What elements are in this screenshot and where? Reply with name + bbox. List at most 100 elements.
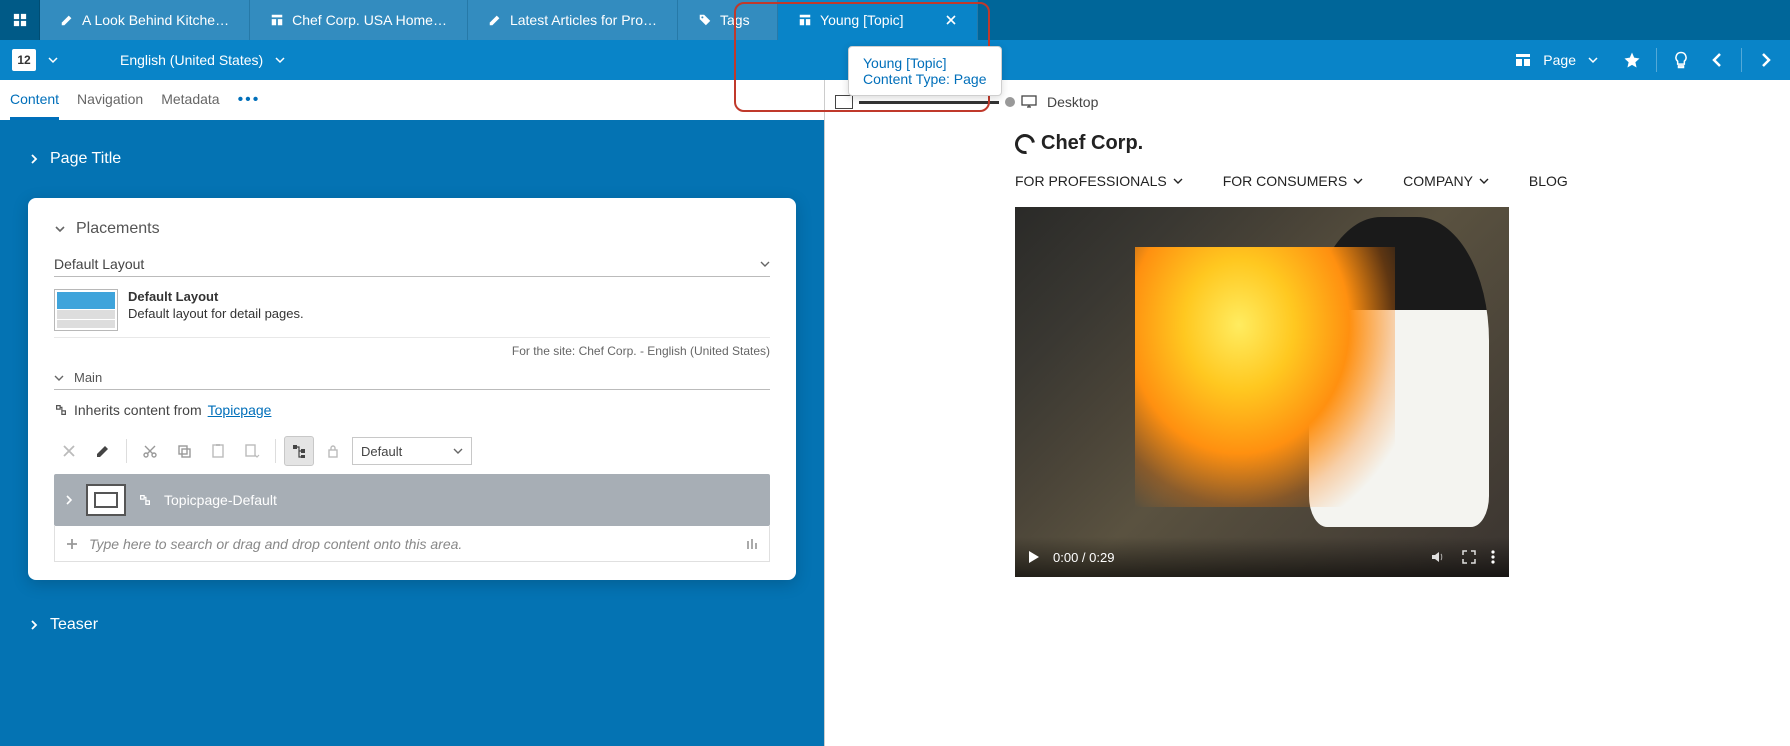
subtab-metadata[interactable]: Metadata [161, 81, 219, 120]
layout-option[interactable]: Default Layout Default layout for detail… [54, 283, 770, 338]
chevron-right-icon [64, 495, 74, 505]
x-icon [61, 443, 77, 459]
chevron-down-icon [54, 373, 64, 383]
inherits-text: Inherits content from [74, 402, 202, 418]
desktop-icon [1021, 95, 1037, 109]
brand[interactable]: Chef Corp. [1015, 132, 1790, 155]
tab-tooltip: Young [Topic] Content Type: Page [848, 46, 1002, 96]
page-icon [798, 13, 812, 27]
favorite-button[interactable] [1620, 48, 1644, 72]
video-time: 0:00 / 0:29 [1053, 550, 1114, 565]
nav-label: BLOG [1529, 173, 1568, 189]
cut-button[interactable] [135, 436, 165, 466]
tab-label: Latest Articles for Pro… [510, 12, 657, 28]
edit-toolbar: Default [54, 436, 770, 466]
paste-special-button[interactable] [237, 436, 267, 466]
site-preview: Chef Corp. FOR PROFESSIONALS FOR CONSUME… [1015, 132, 1790, 577]
paste-button[interactable] [203, 436, 233, 466]
tab-tags[interactable]: Tags [678, 0, 778, 40]
layout-icon [1515, 52, 1531, 68]
crumb-dot [1005, 97, 1015, 107]
lock-button[interactable] [318, 436, 348, 466]
tooltip-subtitle: Content Type: Page [863, 71, 987, 87]
device-label: Desktop [1047, 94, 1098, 110]
page-icon [270, 13, 284, 27]
tab-article[interactable]: A Look Behind Kitche… [40, 0, 250, 40]
nav-blog[interactable]: BLOG [1529, 173, 1568, 189]
chevron-down-icon[interactable] [1588, 55, 1598, 65]
breadcrumb[interactable]: Desktop [835, 94, 1098, 110]
hint-button[interactable] [1669, 48, 1693, 72]
main-section-header[interactable]: Main [54, 370, 770, 390]
play-button[interactable] [1029, 551, 1039, 563]
variant-selector[interactable]: Default [352, 437, 472, 465]
home-tab[interactable] [0, 0, 40, 40]
placement-item[interactable]: Topicpage-Default [54, 474, 770, 526]
nav-back[interactable] [1705, 48, 1729, 72]
main-label: Main [74, 370, 102, 385]
flame [1135, 247, 1395, 507]
chevron-left-icon [1709, 52, 1725, 68]
tab-latest[interactable]: Latest Articles for Pro… [468, 0, 678, 40]
inherits-row: Inherits content from Topicpage [54, 402, 770, 418]
chevron-down-icon[interactable] [48, 55, 58, 65]
inherit-icon [138, 493, 152, 507]
chevron-down-icon [1479, 176, 1489, 186]
tab-label: Chef Corp. USA Home… [292, 12, 447, 28]
site-note: For the site: Chef Corp. - English (Unit… [54, 338, 770, 370]
nav-company[interactable]: COMPANY [1403, 173, 1489, 189]
tab-young-topic[interactable]: Young [Topic] [778, 0, 978, 40]
tab-label: A Look Behind Kitche… [82, 12, 229, 28]
nav-professionals[interactable]: FOR PROFESSIONALS [1015, 173, 1183, 189]
tree-icon [291, 443, 307, 459]
layout-thumbnail [54, 289, 118, 331]
section-label: Teaser [50, 616, 98, 634]
section-placements[interactable]: Placements [54, 220, 770, 238]
crumb-line [859, 101, 999, 104]
tooltip-title: Young [Topic] [863, 55, 987, 71]
copy-button[interactable] [169, 436, 199, 466]
paste-dd-icon [244, 443, 260, 459]
preview-pane: Desktop Chef Corp. FOR PROFESSIONALS FOR… [824, 80, 1790, 746]
section-teaser[interactable]: Teaser [28, 616, 796, 634]
subtab-bar: Content Navigation Metadata ••• [0, 80, 824, 120]
volume-icon[interactable] [1429, 548, 1447, 566]
more-icon[interactable] [1491, 549, 1495, 565]
tab-home[interactable]: Chef Corp. USA Home… [250, 0, 468, 40]
chevron-down-icon [1353, 176, 1363, 186]
delete-button[interactable] [54, 436, 84, 466]
pencil-icon [60, 13, 74, 27]
nav-consumers[interactable]: FOR CONSUMERS [1223, 173, 1363, 189]
chevron-right-icon [28, 619, 40, 631]
main: Content Navigation Metadata ••• Page Tit… [0, 80, 1790, 746]
chevron-right-icon [28, 153, 40, 165]
drop-zone[interactable]: Type here to search or drag and drop con… [54, 526, 770, 562]
lock-icon [325, 443, 341, 459]
tag-icon [698, 13, 712, 27]
subtab-content[interactable]: Content [10, 81, 59, 120]
inherits-link[interactable]: Topicpage [208, 402, 272, 418]
view-selector[interactable]: Page [1543, 52, 1576, 68]
layout-selector[interactable]: Default Layout [54, 256, 770, 277]
version-badge[interactable]: 12 [12, 49, 36, 71]
nav-label: COMPANY [1403, 173, 1473, 189]
copy-icon [176, 443, 192, 459]
video-player[interactable]: 0:00 / 0:29 [1015, 207, 1509, 577]
star-icon [1623, 51, 1641, 69]
fullscreen-icon[interactable] [1461, 549, 1477, 565]
nav-forward[interactable] [1754, 48, 1778, 72]
close-icon[interactable] [945, 14, 957, 26]
more-button[interactable]: ••• [238, 91, 261, 109]
subtab-navigation[interactable]: Navigation [77, 81, 143, 120]
layout-selector-value: Default Layout [54, 256, 144, 272]
section-page-title[interactable]: Page Title [28, 150, 796, 168]
tree-button[interactable] [284, 436, 314, 466]
chevron-down-icon[interactable] [275, 55, 285, 65]
layout-title: Default Layout [128, 289, 770, 304]
locale-selector[interactable]: English (United States) [120, 52, 263, 68]
edit-button[interactable] [88, 436, 118, 466]
chevron-down-icon [453, 446, 463, 456]
item-thumbnail [86, 484, 126, 516]
nav-label: FOR CONSUMERS [1223, 173, 1347, 189]
section-label: Page Title [50, 150, 121, 168]
